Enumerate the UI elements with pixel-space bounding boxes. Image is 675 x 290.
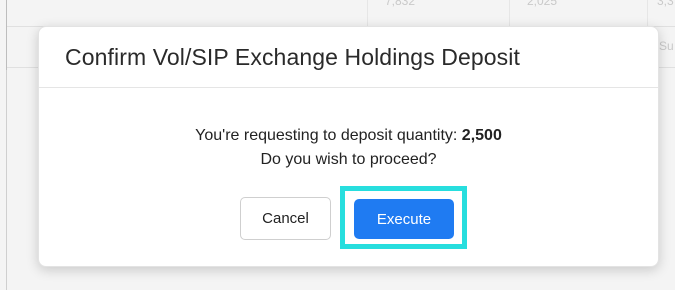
execute-button[interactable]: Execute <box>354 199 454 239</box>
background-cell: 7,832 <box>385 0 416 8</box>
deposit-quantity: 2,500 <box>461 127 502 144</box>
background-cell: Su <box>659 39 674 53</box>
modal-header: Confirm Vol/SIP Exchange Holdings Deposi… <box>39 27 658 88</box>
background-cell: 3,3 <box>657 0 674 8</box>
modal-title: Confirm Vol/SIP Exchange Holdings Deposi… <box>65 43 520 70</box>
confirm-deposit-modal: Confirm Vol/SIP Exchange Holdings Deposi… <box>38 26 659 267</box>
background-table-row: 7,832 2,025 3,3 <box>7 0 675 27</box>
proceed-question: Do you wish to proceed? <box>260 151 437 168</box>
deposit-quantity-line: You're requesting to deposit quantity: 2… <box>39 124 658 148</box>
modal-message: You're requesting to deposit quantity: 2… <box>39 124 658 172</box>
message-prefix: You're requesting to deposit quantity: <box>195 127 462 144</box>
modal-body: You're requesting to deposit quantity: 2… <box>39 88 658 265</box>
cancel-button[interactable]: Cancel <box>240 197 331 240</box>
background-cell: 2,025 <box>527 0 558 8</box>
background-border <box>6 70 7 290</box>
